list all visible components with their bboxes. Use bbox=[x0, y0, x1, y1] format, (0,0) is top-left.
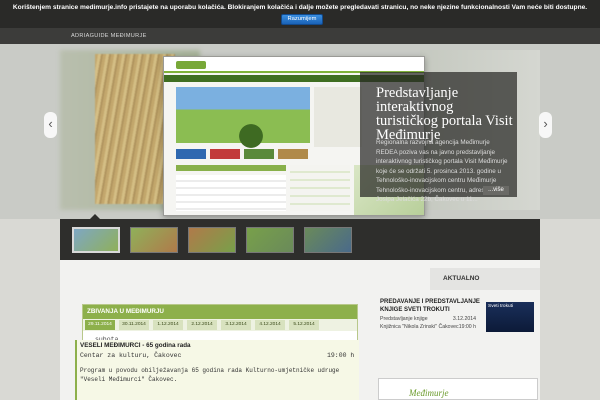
portal-list bbox=[290, 165, 350, 211]
calendar-title: ZBIVANJA U MEĐIMURJU bbox=[83, 305, 357, 319]
portal-sidebar bbox=[314, 87, 362, 147]
tab-date[interactable]: 5.12.2014 bbox=[289, 320, 319, 330]
aktualno-title: AKTUALNO bbox=[443, 275, 480, 282]
portal-header bbox=[164, 57, 424, 73]
tree-shape bbox=[236, 121, 266, 151]
news-title[interactable]: PREDAVANJE I PREDSTAVLJANJE KNJIGE SVETI… bbox=[380, 298, 480, 314]
tab-date[interactable]: 2.12.2014 bbox=[187, 320, 217, 330]
portal-hero-photo bbox=[176, 87, 310, 151]
slide-caption: Predstavljanje interaktivnog turističkog… bbox=[360, 72, 517, 203]
tab-date[interactable]: 4.12.2014 bbox=[255, 320, 285, 330]
tab-date[interactable]: 3.12.2014 bbox=[221, 320, 251, 330]
event-item[interactable]: VESELI MEĐIMURCI - 65 godina rada Centar… bbox=[75, 340, 359, 400]
slider-thumbnail[interactable] bbox=[72, 227, 120, 253]
accept-cookies-button[interactable]: Razumijem bbox=[281, 14, 323, 25]
tab-date[interactable]: 29.11.2014 bbox=[85, 320, 115, 330]
nav-item-adriaguide[interactable]: ADRIAGUIDE MEĐIMURJE bbox=[71, 33, 147, 39]
chevron-right-icon[interactable]: › bbox=[539, 112, 552, 138]
slider-thumbnail[interactable] bbox=[246, 227, 294, 253]
event-title[interactable]: VESELI MEĐIMURCI - 65 godina rada bbox=[80, 342, 191, 349]
portal-thumb bbox=[244, 149, 274, 159]
portal-logo bbox=[176, 61, 206, 69]
medimurje-logo: Međimurje bbox=[409, 388, 449, 398]
event-time: 19:00 h bbox=[327, 352, 355, 359]
portal-green-bar bbox=[176, 165, 286, 171]
portal-thumbnails bbox=[176, 149, 310, 159]
portal-search-rows bbox=[176, 175, 286, 211]
featured-slider: Predstavljanje interaktivnog turističkog… bbox=[0, 44, 600, 219]
news-detail-value: 19:00 h bbox=[458, 324, 476, 330]
event-location: Centar za kulturu, Čakovec bbox=[80, 352, 182, 359]
slide-title[interactable]: Predstavljanje interaktivnog turističkog… bbox=[376, 86, 516, 143]
portal-thumb bbox=[176, 149, 206, 159]
news-detail-label: Predstavljanje knjige bbox=[380, 316, 428, 322]
cookie-consent-bar: Korištenjem stranice medimurje.info pris… bbox=[0, 0, 600, 28]
news-item: PREDAVANJE I PREDSTAVLJANJE KNJIGE SVETI… bbox=[378, 298, 536, 388]
tab-date[interactable]: 1.12.2014 bbox=[153, 320, 183, 330]
news-detail-row: Knjižnica "Nikola Zrinski" Čakovec 19:00… bbox=[380, 324, 476, 330]
calendar-date-tabs: 29.11.2014 30.11.2014 1.12.2014 2.12.201… bbox=[83, 319, 357, 331]
top-navigation: ADRIAGUIDE MEĐIMURJE bbox=[0, 28, 600, 44]
tab-date[interactable]: 30.11.2014 bbox=[119, 320, 149, 330]
medimurje-banner[interactable]: Međimurje bbox=[378, 378, 538, 400]
read-more-button[interactable]: ...više bbox=[483, 186, 509, 195]
portal-thumb bbox=[278, 149, 308, 159]
slider-thumbnail[interactable] bbox=[130, 227, 178, 253]
news-detail-row: Predstavljanje knjige 3.12.2014 bbox=[380, 316, 476, 322]
news-detail-value: 3.12.2014 bbox=[452, 316, 476, 322]
slider-thumbnail[interactable] bbox=[304, 227, 352, 253]
slider-thumbnail-strip bbox=[60, 219, 540, 260]
news-detail-label: Knjižnica "Nikola Zrinski" Čakovec bbox=[380, 324, 459, 330]
news-book-cover[interactable]: Sveti trokuti bbox=[486, 302, 534, 332]
chevron-left-icon[interactable]: ‹ bbox=[44, 112, 57, 138]
event-description: Program u povodu obilježavanja 65 godina… bbox=[80, 367, 340, 383]
slider-thumbnail[interactable] bbox=[188, 227, 236, 253]
cookie-consent-text: Korištenjem stranice medimurje.info pris… bbox=[12, 4, 588, 11]
portal-thumb bbox=[210, 149, 240, 159]
